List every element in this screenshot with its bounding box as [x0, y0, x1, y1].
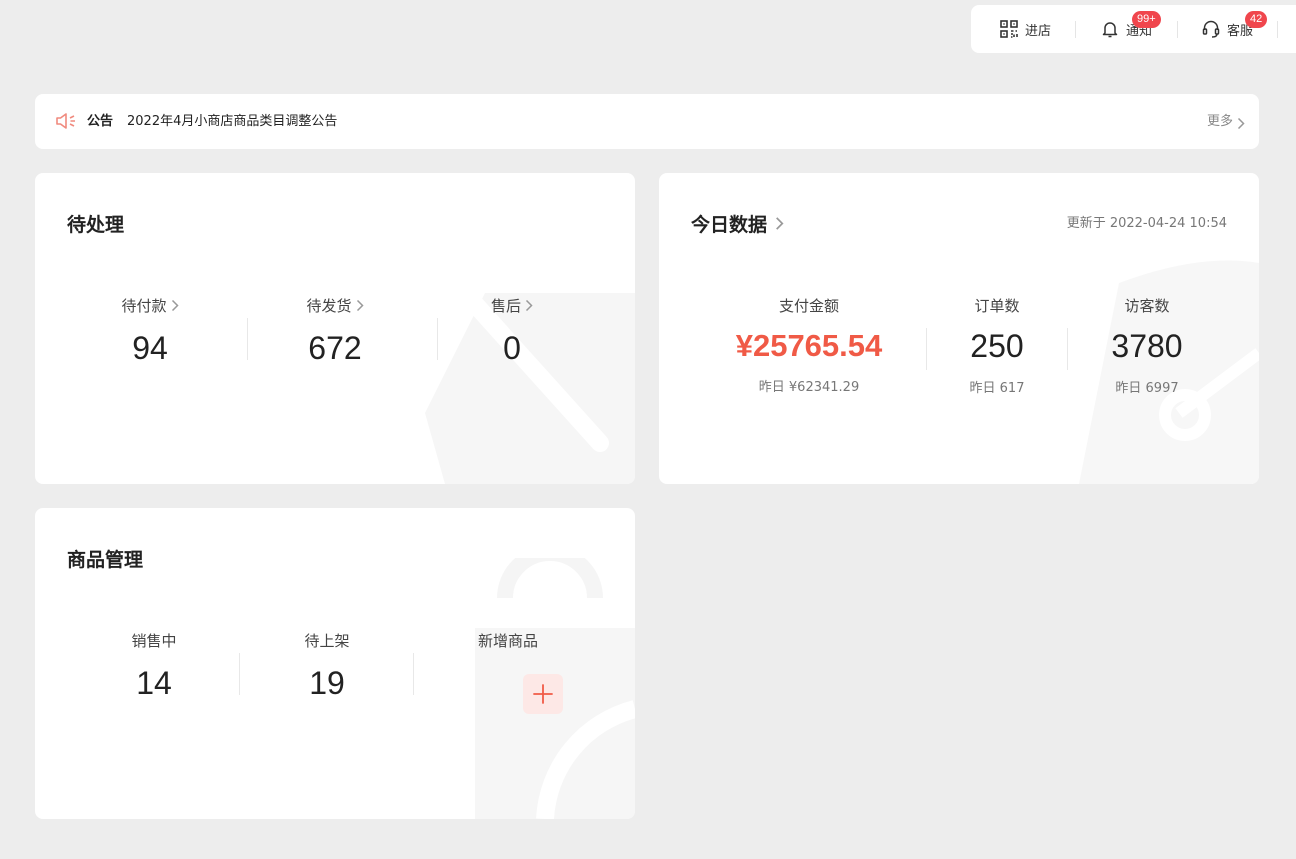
update-time: 更新于 2022-04-24 10:54	[1066, 216, 1227, 231]
stat-divider	[247, 318, 248, 360]
stat-value: 14	[136, 665, 172, 701]
stat-value: 3780	[1111, 328, 1183, 364]
stat-label: 订单数	[974, 297, 1020, 315]
today-data-card: 今日数据 更新于 2022-04-24 10:54 支付金额 ¥25765.54…	[659, 173, 1259, 484]
stat-value: 250	[970, 328, 1024, 364]
speaker-icon	[55, 111, 77, 131]
announcement-bar: 公告 2022年4月小商店商品类目调整公告 更多	[35, 94, 1259, 149]
today-data-title: 今日数据	[691, 214, 768, 236]
stat-divider	[413, 653, 414, 695]
goods-management-card: 商品管理 销售中 14 待上架 19 新增商品	[35, 508, 635, 819]
stat-divider	[437, 318, 438, 360]
stat-label: 访客数	[1124, 297, 1170, 315]
stat-sub: 昨日 617	[969, 381, 1025, 396]
toolbar-divider	[1075, 21, 1076, 38]
enter-store-label: 进店	[1025, 23, 1052, 39]
stat-label: 售后	[490, 297, 521, 315]
stat-label: 待付款	[121, 297, 167, 315]
stat-label: 待发货	[306, 297, 352, 315]
payment-amount-stat: 支付金额 ¥25765.54 昨日 ¥62341.29	[709, 295, 909, 395]
chevron-right-icon	[776, 217, 784, 230]
stat-value: 0	[503, 330, 521, 366]
toolbar-divider	[1277, 21, 1278, 38]
visitor-count-stat: 访客数 3780 昨日 6997	[1097, 295, 1197, 396]
qrcode-icon	[999, 19, 1019, 39]
pending-listing-stat[interactable]: 待上架 19	[277, 630, 377, 702]
stat-divider	[926, 328, 927, 370]
stat-label: 新增商品	[477, 632, 538, 650]
after-sales-stat[interactable]: 售后 0	[462, 295, 562, 367]
enter-store-button[interactable]: 进店	[999, 5, 1051, 53]
stat-divider	[1067, 328, 1068, 370]
announcement-link[interactable]: 2022年4月小商店商品类目调整公告	[127, 94, 337, 149]
stat-value: 94	[132, 330, 168, 366]
today-data-title-link[interactable]: 今日数据	[691, 210, 784, 237]
pending-title: 待处理	[67, 214, 125, 236]
add-product-stat: 新增商品	[458, 630, 558, 651]
announcement-more-link[interactable]: 更多	[1207, 94, 1233, 149]
add-product-button[interactable]	[523, 674, 563, 714]
top-toolbar: 进店 通知 99+ 客服 42	[971, 5, 1296, 53]
stat-label: 支付金额	[778, 297, 839, 315]
pending-payment-stat[interactable]: 待付款 94	[100, 295, 200, 367]
customer-service-badge: 42	[1245, 11, 1268, 28]
stat-label: 待上架	[304, 632, 350, 650]
announcement-tag: 公告	[87, 114, 114, 129]
order-count-stat: 订单数 250 昨日 617	[947, 295, 1047, 396]
bell-icon	[1100, 19, 1120, 39]
customer-service-button[interactable]: 客服	[1201, 5, 1253, 53]
stat-value: 672	[308, 330, 362, 366]
notifications-badge: 99+	[1132, 11, 1161, 28]
pending-shipment-stat[interactable]: 待发货 672	[285, 295, 385, 367]
goods-title: 商品管理	[67, 549, 144, 571]
chevron-right-icon	[525, 299, 533, 312]
stat-sub: 昨日 ¥62341.29	[758, 380, 860, 395]
on-sale-stat[interactable]: 销售中 14	[104, 630, 204, 702]
stat-value: ¥25765.54	[735, 328, 883, 363]
pending-card: 待处理 待付款 94 待发货 672 售后 0	[35, 173, 635, 484]
headset-icon	[1201, 19, 1221, 39]
stat-sub: 昨日 6997	[1115, 381, 1179, 396]
plus-icon	[533, 684, 553, 704]
chevron-right-icon	[1237, 115, 1245, 130]
stat-value: 19	[309, 665, 345, 701]
chevron-right-icon	[356, 299, 364, 312]
chevron-right-icon	[171, 299, 179, 312]
toolbar-divider	[1177, 21, 1178, 38]
stat-label: 销售中	[131, 632, 177, 650]
stat-divider	[239, 653, 240, 695]
